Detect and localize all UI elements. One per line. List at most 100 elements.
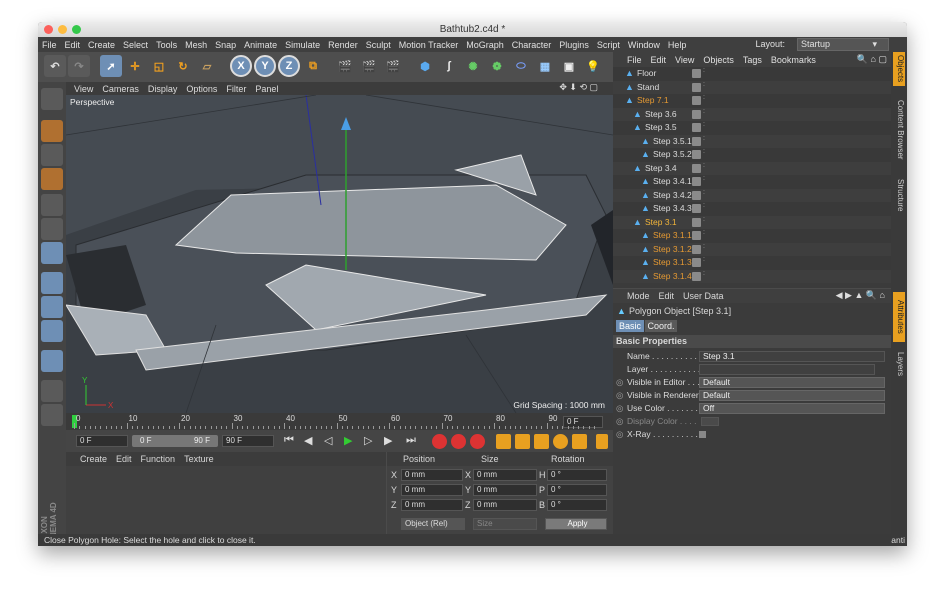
x-axis-lock-icon[interactable]: X	[230, 55, 252, 77]
layer-tag-icon[interactable]	[692, 136, 701, 146]
camera-icon[interactable]: ▣	[558, 55, 580, 77]
visibility-dots-icon[interactable]: :	[703, 135, 707, 147]
menu-item[interactable]: Character	[512, 40, 552, 50]
tab-objects[interactable]: Objects	[893, 52, 905, 86]
y-axis-lock-icon[interactable]: Y	[254, 55, 276, 77]
play-forward-icon[interactable]: ▶	[344, 434, 358, 448]
visibility-dots-icon[interactable]: :	[703, 202, 707, 214]
move-icon[interactable]: ✛	[124, 55, 146, 77]
search-icon[interactable]: 🔍 ⌂ ▢	[857, 54, 887, 65]
object-row[interactable]: ▲ Step 3.1.2:	[613, 242, 891, 256]
key-parameter-icon[interactable]	[553, 434, 568, 449]
xray-checkbox[interactable]	[699, 431, 706, 438]
object-menu-item[interactable]: Tags	[743, 55, 762, 65]
tab-structure[interactable]: Structure	[893, 174, 905, 216]
next-key-icon[interactable]: ▶	[384, 434, 398, 448]
viewport-nav-icon[interactable]: ✥ ⬇ ⟲ ▢	[559, 82, 598, 93]
object-row[interactable]: ▲ Step 3.1:	[613, 215, 891, 229]
timeline-menu-icon[interactable]	[596, 434, 608, 449]
attribute-menu-item[interactable]: User Data	[683, 291, 724, 301]
object-menu-item[interactable]: Bookmarks	[771, 55, 816, 65]
viewport-menu-item[interactable]: Display	[148, 84, 178, 94]
layer-field[interactable]	[699, 364, 875, 375]
visibility-dots-icon[interactable]: :	[703, 67, 707, 79]
visibility-dots-icon[interactable]: :	[703, 94, 707, 106]
cube-icon[interactable]: ⬢	[414, 55, 436, 77]
texture-mode-icon[interactable]	[41, 144, 63, 166]
display-color-swatch[interactable]	[701, 417, 719, 426]
object-menu-item[interactable]: Edit	[651, 55, 667, 65]
attribute-nav-icon[interactable]: ◀ ▶ ▲ 🔍 ⌂	[836, 290, 885, 301]
visibility-dots-icon[interactable]: :	[703, 175, 707, 187]
object-row[interactable]: ▲ Step 3.6:	[613, 107, 891, 121]
polygon-mode-icon[interactable]	[41, 242, 63, 264]
property-value[interactable]: Step 3.1	[699, 351, 885, 362]
visibility-dots-icon[interactable]: :	[703, 108, 707, 120]
tab-basic[interactable]: Basic	[616, 320, 644, 332]
menu-item[interactable]: Tools	[156, 40, 177, 50]
attribute-menu-item[interactable]: Mode	[627, 291, 650, 301]
autokey-icon[interactable]	[451, 434, 466, 449]
workplane-mode-icon[interactable]	[41, 168, 63, 190]
layer-tag-icon[interactable]	[692, 258, 701, 267]
start-frame-field[interactable]: 0 F	[76, 435, 128, 447]
object-row[interactable]: ▲ Step 3.4.2:	[613, 188, 891, 202]
tab-content-browser[interactable]: Content Browser	[893, 92, 905, 168]
coordinate-system-icon[interactable]: ⧉	[302, 55, 324, 77]
animate-dot-icon[interactable]: ◎	[616, 428, 623, 441]
size-mode-select[interactable]: Size	[473, 518, 537, 530]
layer-tag-icon[interactable]	[692, 190, 701, 200]
material-menu-item[interactable]: Function	[141, 454, 176, 464]
layer-tag-icon[interactable]	[692, 204, 701, 213]
subdivision-surface-icon[interactable]: ✺	[462, 55, 484, 77]
layer-tag-icon[interactable]	[692, 82, 701, 92]
property-value[interactable]: Default	[699, 390, 885, 401]
edge-mode-icon[interactable]	[41, 218, 63, 240]
menu-item[interactable]: Window	[628, 40, 660, 50]
object-menu-item[interactable]: File	[627, 55, 642, 65]
object-row[interactable]: ▲ Step 7.1:	[613, 94, 891, 108]
end-frame-field[interactable]: 90 F	[222, 435, 274, 447]
layer-tag-icon[interactable]	[692, 123, 701, 132]
axis-mode-icon[interactable]	[41, 272, 63, 294]
visibility-dots-icon[interactable]: :	[703, 162, 707, 174]
position-field[interactable]: 0 mm	[401, 484, 463, 496]
viewport-menu-item[interactable]: Filter	[226, 84, 246, 94]
model-mode-icon[interactable]	[41, 120, 63, 142]
menu-item[interactable]: Simulate	[285, 40, 320, 50]
mograph-cloner-icon[interactable]: ❁	[486, 55, 508, 77]
layer-tag-icon[interactable]	[692, 96, 701, 105]
next-frame-icon[interactable]: ▷	[364, 434, 378, 448]
live-selection-icon[interactable]: ➚	[100, 55, 122, 77]
range-slider[interactable]: 0 F 90 F	[132, 435, 218, 447]
z-axis-lock-icon[interactable]: Z	[278, 55, 300, 77]
key-position-icon[interactable]	[496, 434, 511, 449]
tab-coord[interactable]: Coord.	[645, 320, 677, 332]
menu-item[interactable]: Script	[597, 40, 620, 50]
visibility-dots-icon[interactable]: :	[703, 216, 707, 228]
key-rotation-icon[interactable]	[534, 434, 549, 449]
menu-item[interactable]: Mesh	[185, 40, 207, 50]
keyframe-selection-icon[interactable]	[470, 434, 485, 449]
object-row[interactable]: ▲ Floor:	[613, 67, 891, 81]
object-menu-item[interactable]: View	[675, 55, 694, 65]
zoom-window-button[interactable]	[72, 25, 81, 34]
animate-dot-icon[interactable]: ◎	[616, 376, 623, 389]
planar-workplane-icon[interactable]	[41, 404, 63, 426]
redo-icon[interactable]: ↷	[68, 55, 90, 77]
tweak-mode-icon[interactable]	[41, 296, 63, 318]
menu-item[interactable]: Motion Tracker	[399, 40, 459, 50]
visibility-dots-icon[interactable]: :	[703, 256, 707, 268]
floor-icon[interactable]: ▦	[534, 55, 556, 77]
rotate-icon[interactable]: ↻	[172, 55, 194, 77]
object-row[interactable]: ▲ Step 3.5:	[613, 121, 891, 135]
visibility-dots-icon[interactable]: :	[703, 229, 707, 241]
property-value[interactable]: Off	[699, 403, 885, 414]
menu-item[interactable]: Edit	[65, 40, 81, 50]
go-to-start-icon[interactable]: ⏮	[284, 434, 298, 448]
animate-dot-icon[interactable]: ◎	[616, 389, 623, 402]
play-backward-icon[interactable]: ◁	[324, 434, 338, 448]
layout-select[interactable]: Startup ▾	[797, 38, 889, 51]
layer-tag-icon[interactable]	[692, 109, 701, 119]
material-menu-item[interactable]: Create	[80, 454, 107, 464]
